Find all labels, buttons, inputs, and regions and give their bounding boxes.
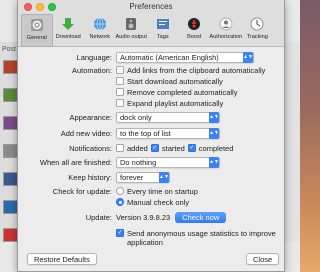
language-label: Language: — [76, 52, 112, 62]
tab-network[interactable]: Network — [84, 14, 116, 47]
update-option-startup[interactable]: Every time on startup — [116, 187, 198, 196]
keep-history-label: Keep history: — [68, 172, 112, 182]
language-value: Automatic (American English) — [120, 52, 219, 62]
notify-added-label: added — [127, 143, 148, 153]
checkbox[interactable] — [116, 77, 124, 85]
thumbnail[interactable] — [3, 116, 18, 130]
notify-started-label: started — [161, 143, 185, 153]
when-finished-select[interactable]: Do nothing ▲▼ — [116, 156, 220, 168]
notify-started-checkbox[interactable]: ✓ — [150, 144, 159, 152]
tab-general[interactable]: General — [21, 14, 53, 47]
language-select[interactable]: Automatic (American English) ▲▼ — [116, 51, 254, 63]
boost-icon — [186, 16, 203, 32]
notifications-label: Notifications: — [69, 143, 112, 153]
keep-history-select[interactable]: forever ▲▼ — [116, 171, 170, 183]
checkbox-label: Remove completed automatically — [127, 87, 238, 97]
tab-label: General — [26, 35, 47, 41]
tab-label: Authorization — [209, 34, 243, 40]
tab-label: Network — [89, 34, 110, 40]
update-option-manual[interactable]: Manual check only — [116, 198, 189, 207]
download-arrow-icon — [60, 16, 77, 32]
when-finished-label: When all are finished: — [39, 157, 112, 167]
appearance-select[interactable]: dock only ▲▼ — [116, 111, 220, 123]
thumbnail[interactable] — [3, 200, 18, 214]
close-window-button[interactable] — [24, 3, 32, 11]
preferences-toolbar: General Download Network Audio output Ta… — [18, 14, 284, 47]
thumbnail[interactable] — [3, 60, 18, 74]
checkbox[interactable] — [116, 99, 124, 107]
general-settings-panel: Language: Automatic (American English) ▲… — [18, 47, 284, 257]
thumbnail[interactable] — [3, 88, 18, 102]
checkbox[interactable] — [116, 88, 124, 96]
notify-completed-label: completed — [198, 143, 234, 153]
close-button[interactable]: Close — [246, 253, 280, 265]
restore-defaults-button[interactable]: Restore Defaults — [27, 253, 97, 265]
automation-option-clipboard[interactable]: Add links from the clipboard automatical… — [116, 66, 265, 75]
tab-audio-output[interactable]: Audio output — [116, 14, 148, 47]
tracking-icon — [249, 16, 266, 32]
thumbnail[interactable] — [3, 144, 18, 158]
checkbox[interactable] — [116, 66, 124, 74]
checkbox-label: Expand playlist automatically — [127, 98, 224, 108]
check-update-label: Check for update: — [52, 186, 112, 196]
automation-option-remove-completed[interactable]: Remove completed automatically — [116, 88, 237, 97]
radio-button[interactable] — [116, 187, 124, 195]
tab-tags[interactable]: Tags — [147, 14, 179, 47]
globe-icon — [91, 16, 108, 32]
tab-tracking[interactable]: Tracking — [242, 14, 274, 47]
tags-icon — [154, 16, 171, 32]
keep-history-value: forever — [120, 172, 144, 182]
preferences-window: Preferences General Download Network Aud… — [17, 0, 285, 272]
radio-label: Every time on startup — [127, 186, 198, 196]
preferences-footer: Restore Defaults Close — [18, 245, 284, 271]
chevron-updown-icon: ▲▼ — [209, 156, 219, 168]
title-bar: Preferences — [18, 0, 284, 14]
tab-label: Download — [55, 34, 81, 40]
window-title: Preferences — [129, 2, 173, 11]
add-new-video-label: Add new video: — [60, 128, 112, 138]
chevron-updown-icon: ▲▼ — [209, 127, 219, 139]
update-label: Update: — [85, 212, 112, 222]
thumbnail[interactable] — [3, 172, 18, 186]
speaker-icon — [123, 16, 140, 32]
check-now-button[interactable]: Check now — [175, 211, 227, 223]
radio-button-selected[interactable] — [116, 198, 124, 206]
tab-label: Audio output — [115, 34, 147, 40]
appearance-label: Appearance: — [69, 112, 112, 122]
notify-added-checkbox[interactable] — [116, 144, 124, 152]
thumbnail[interactable] — [3, 228, 18, 242]
chevron-updown-icon: ▲▼ — [209, 111, 219, 123]
when-finished-value: Do nothing — [120, 157, 157, 167]
background-label: Post — [2, 46, 17, 53]
tab-label: Tags — [156, 34, 169, 40]
tab-authorization[interactable]: Authorization — [209, 14, 243, 47]
version-text: Version 3.9.8.23 — [116, 212, 171, 222]
add-new-video-select[interactable]: to the top of list ▲▼ — [116, 127, 220, 139]
tab-label: Tracking — [246, 34, 268, 40]
chevron-updown-icon: ▲▼ — [159, 171, 169, 183]
add-new-video-value: to the top of list — [120, 128, 171, 138]
tab-label: Boost — [187, 34, 202, 40]
checkbox-label: Add links from the clipboard automatical… — [127, 65, 266, 75]
tab-download[interactable]: Download — [53, 14, 85, 47]
tab-boost[interactable]: Boost — [179, 14, 211, 47]
automation-option-expand-playlist[interactable]: Expand playlist automatically — [116, 99, 223, 108]
zoom-window-button[interactable] — [48, 3, 56, 11]
checkbox-label: Start download automatically — [127, 76, 223, 86]
radio-label: Manual check only — [127, 197, 190, 207]
automation-label: Automation: — [71, 65, 112, 75]
appearance-value: dock only — [120, 112, 152, 122]
gear-icon — [28, 17, 45, 33]
minimize-window-button[interactable] — [36, 3, 44, 11]
notify-completed-checkbox[interactable]: ✓ — [187, 144, 196, 152]
automation-option-start-download[interactable]: Start download automatically — [116, 77, 223, 86]
authorization-icon — [217, 16, 234, 32]
chevron-updown-icon: ▲▼ — [243, 51, 253, 63]
